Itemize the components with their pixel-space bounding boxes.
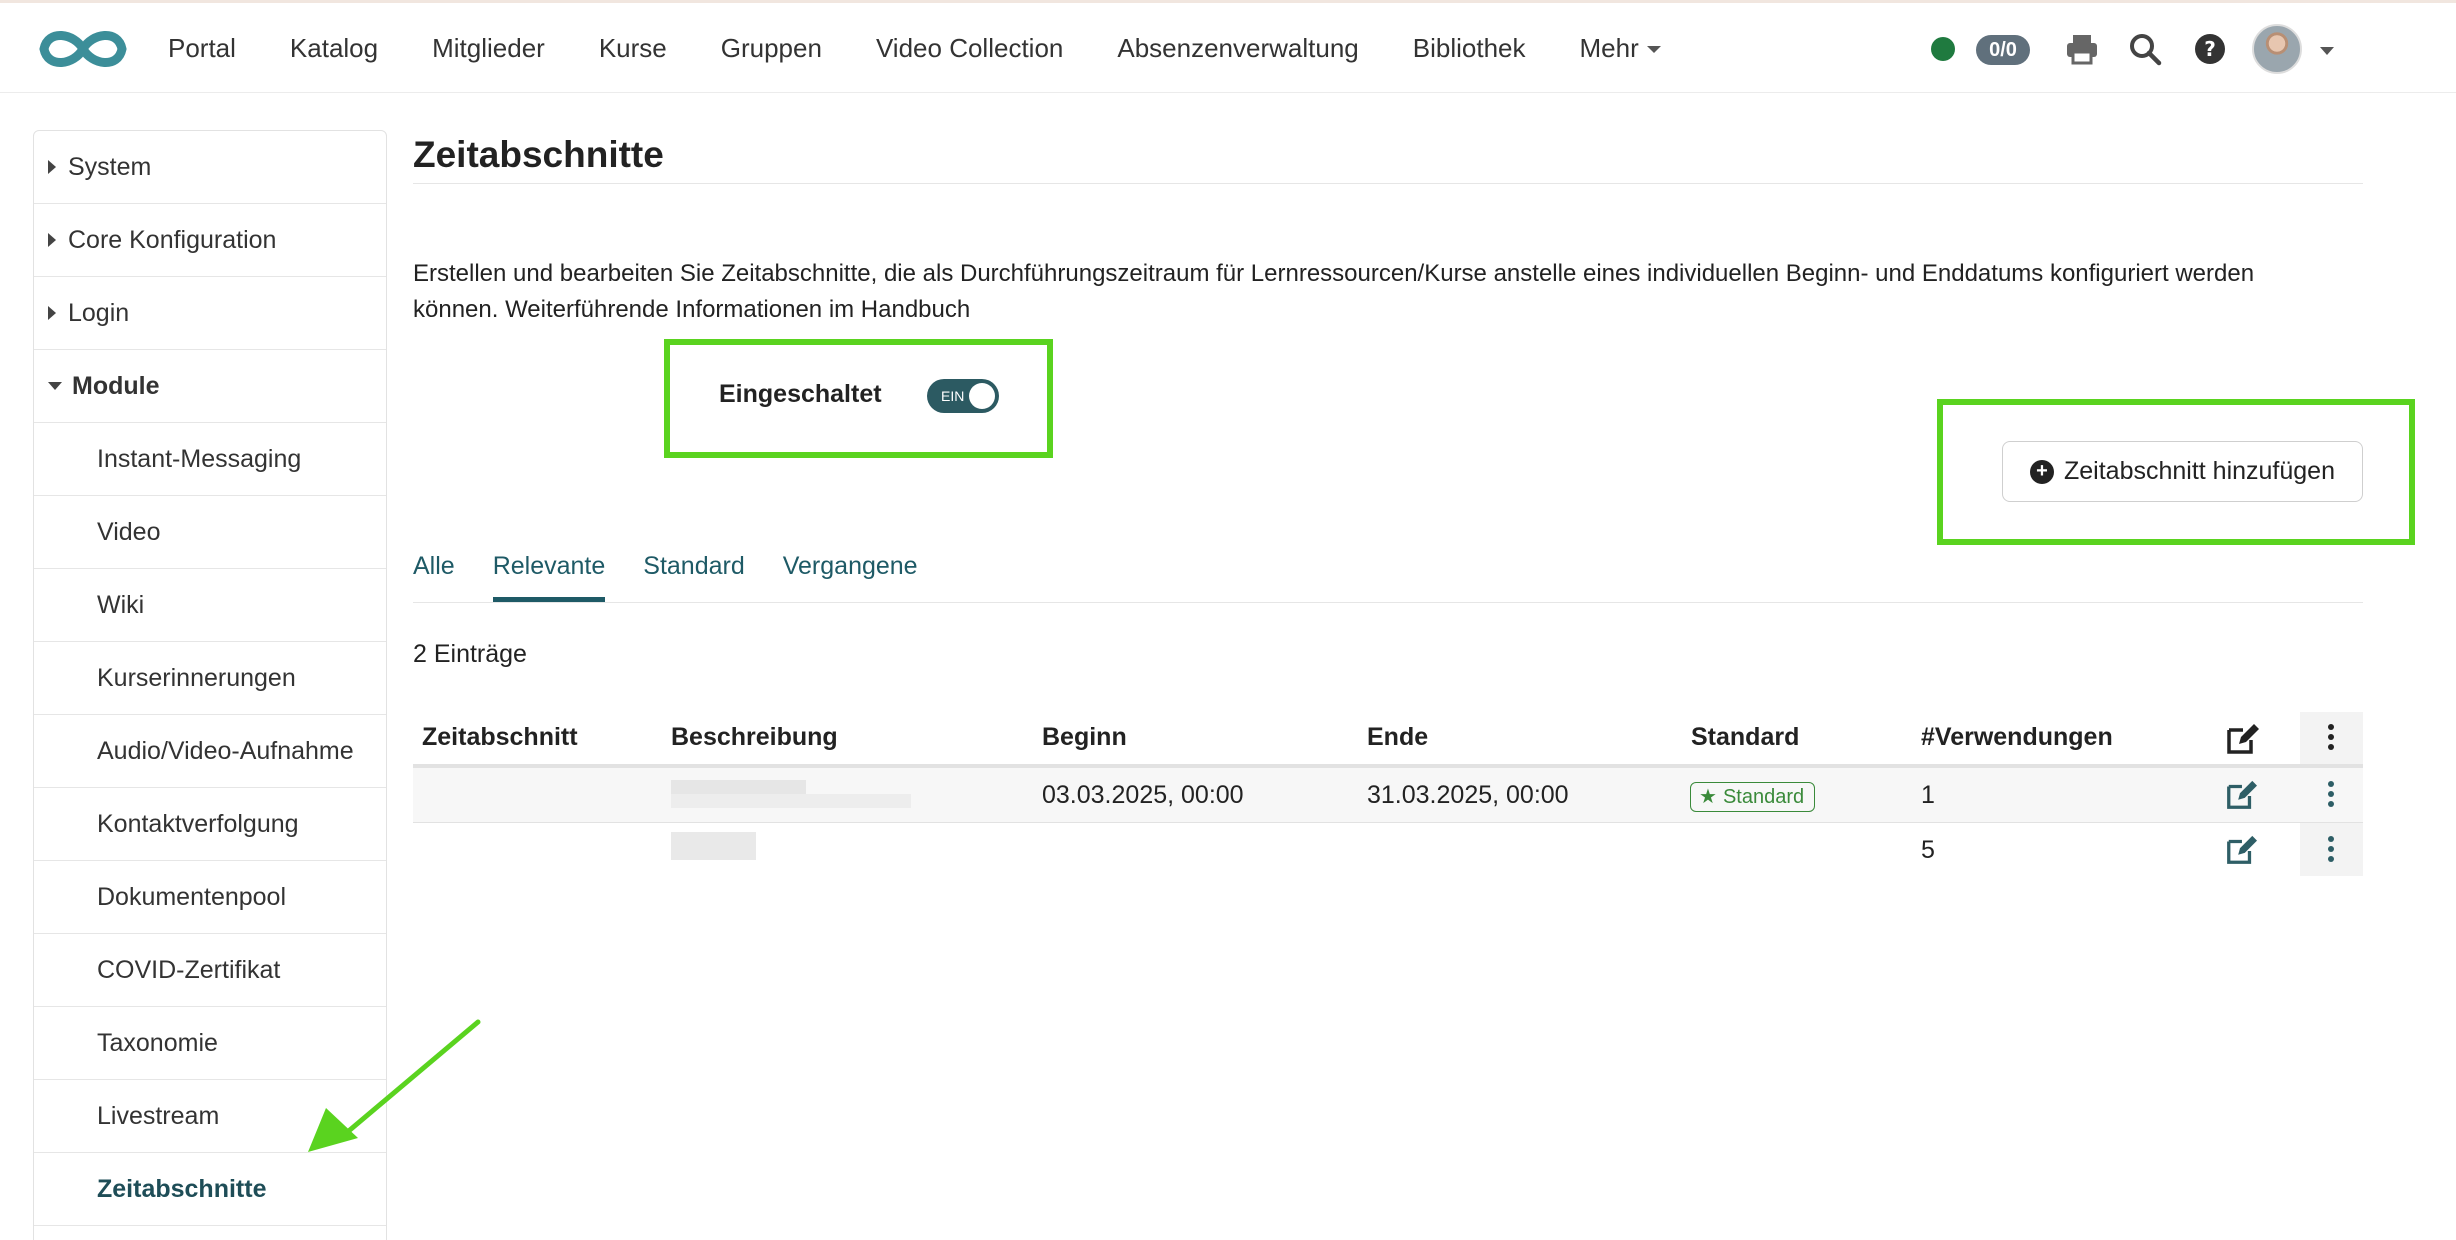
search-icon[interactable] — [2127, 31, 2163, 67]
cell-verwendungen: 1 — [1921, 781, 1935, 809]
caret-right-icon — [48, 233, 56, 247]
top-navigation: Portal Katalog Mitglieder Kurse Gruppen … — [0, 3, 2456, 93]
add-zeitabschnitt-button[interactable]: + Zeitabschnitt hinzufügen — [2002, 441, 2363, 502]
sidebar-item-system[interactable]: System — [34, 131, 386, 204]
sidebar-item-kurserinnerungen[interactable]: Kurserinnerungen — [34, 642, 386, 715]
online-status-dot[interactable] — [1931, 37, 1955, 61]
column-header-beginn[interactable]: Beginn — [1042, 712, 1127, 768]
edit-icon[interactable] — [2225, 834, 2257, 866]
column-header-zeitabschnitt[interactable]: Zeitabschnitt — [422, 712, 578, 768]
annotation-arrow-icon — [308, 1019, 481, 1152]
nav-kurse[interactable]: Kurse — [572, 33, 694, 64]
tab-vergangene[interactable]: Vergangene — [783, 540, 918, 602]
nav-mitglieder[interactable]: Mitglieder — [405, 33, 572, 64]
avatar[interactable] — [2252, 24, 2302, 74]
tab-alle[interactable]: Alle — [413, 540, 455, 602]
filter-tabs: Alle Relevante Standard Vergangene — [413, 540, 956, 602]
title-divider — [413, 183, 2363, 184]
caret-right-icon — [48, 160, 56, 174]
tab-relevante[interactable]: Relevante — [492, 540, 606, 602]
sidebar-item-dokumentenpool[interactable]: Dokumentenpool — [34, 861, 386, 934]
nav-mehr-dropdown[interactable]: Mehr — [1552, 33, 1687, 64]
logo-infinity-icon[interactable] — [36, 23, 130, 75]
nav-katalog[interactable]: Katalog — [263, 33, 405, 64]
table-row: 5 — [413, 824, 2363, 876]
edit-icon[interactable] — [2225, 779, 2257, 811]
row-actions-kebab-icon[interactable] — [2328, 781, 2334, 811]
description-line: können. Weiterführende Informationen im … — [413, 296, 971, 323]
sidebar-item-wiki[interactable]: Wiki — [34, 569, 386, 642]
nav-mehr-label: Mehr — [1579, 32, 1639, 63]
cell-beginn: 03.03.2025, 00:00 — [1042, 781, 1244, 809]
blurred-description — [671, 780, 806, 794]
chevron-down-icon — [1646, 46, 1661, 54]
table-options-kebab-icon[interactable] — [2328, 724, 2334, 754]
sidebar-item-login[interactable]: Login — [34, 277, 386, 350]
description-line: Erstellen und bearbeiten Sie Zeitabschni… — [413, 260, 2255, 287]
blurred-description — [671, 832, 756, 860]
toggle-knob — [969, 383, 995, 409]
cell-ende: 31.03.2025, 00:00 — [1367, 781, 1569, 809]
caret-down-icon — [48, 382, 62, 390]
toggle-label: Eingeschaltet — [719, 380, 882, 408]
svg-text:?: ? — [2204, 37, 2216, 61]
sidebar-item-instant-messaging[interactable]: Instant-Messaging — [34, 423, 386, 496]
column-header-standard[interactable]: Standard — [1691, 712, 1799, 768]
nav-video-collection[interactable]: Video Collection — [849, 33, 1090, 64]
row-actions-kebab-icon[interactable] — [2328, 836, 2334, 866]
star-icon: ★ — [1699, 786, 1717, 808]
sidebar-item-audio-video-aufnahme[interactable]: Audio/Video-Aufnahme — [34, 715, 386, 788]
sidebar-item-label: Core Konfiguration — [68, 225, 277, 254]
page-title: Zeitabschnitte — [413, 134, 664, 175]
tabs-divider — [413, 602, 2363, 603]
standard-badge-label: Standard — [1722, 786, 1805, 808]
sidebar-item-video[interactable]: Video — [34, 496, 386, 569]
nav-gruppen[interactable]: Gruppen — [694, 33, 849, 64]
cell-verwendungen: 5 — [1921, 836, 1935, 864]
entries-count: 2 Einträge — [413, 640, 527, 668]
sidebar-item-label: System — [68, 152, 152, 181]
column-header-verwendungen[interactable]: #Verwendungen — [1921, 712, 2113, 768]
caret-right-icon — [48, 306, 56, 320]
sidebar-item-module[interactable]: Module — [34, 350, 386, 423]
sidebar-item-label: Login — [68, 298, 130, 327]
nav-absenzenverwaltung[interactable]: Absenzenverwaltung — [1090, 33, 1385, 64]
column-header-ende[interactable]: Ende — [1367, 712, 1428, 768]
blurred-description — [671, 794, 911, 808]
count-badge[interactable]: 0/0 — [1976, 35, 2030, 65]
enabled-toggle[interactable]: EIN — [927, 379, 999, 413]
nav-bibliothek[interactable]: Bibliothek — [1386, 33, 1553, 64]
nav-portal[interactable]: Portal — [141, 33, 263, 64]
help-icon[interactable]: ? — [2192, 31, 2228, 67]
bulk-edit-icon[interactable] — [2225, 722, 2259, 756]
standard-badge: ★ Standard — [1690, 782, 1816, 812]
sidebar-item-covid-zertifikat[interactable]: COVID-Zertifikat — [34, 934, 386, 1007]
chevron-down-icon[interactable] — [2320, 47, 2334, 55]
toggle-state-text: EIN — [941, 388, 965, 404]
sidebar-item-label: Module — [72, 371, 160, 400]
column-header-beschreibung[interactable]: Beschreibung — [671, 712, 838, 768]
page-description: Erstellen und bearbeiten Sie Zeitabschni… — [413, 256, 2363, 328]
sidebar-item-kontaktverfolgung[interactable]: Kontaktverfolgung — [34, 788, 386, 861]
table-row: 03.03.2025, 00:00 31.03.2025, 00:00 ★ Sta… — [413, 768, 2363, 823]
tab-standard[interactable]: Standard — [643, 540, 744, 602]
add-button-label: Zeitabschnitt hinzufügen — [2063, 457, 2335, 485]
print-icon[interactable] — [2064, 31, 2100, 67]
sidebar-item-core-konfiguration[interactable]: Core Konfiguration — [34, 204, 386, 277]
main-menu: Portal Katalog Mitglieder Kurse Gruppen … — [141, 3, 1688, 93]
plus-circle-icon: + — [2029, 459, 2054, 484]
